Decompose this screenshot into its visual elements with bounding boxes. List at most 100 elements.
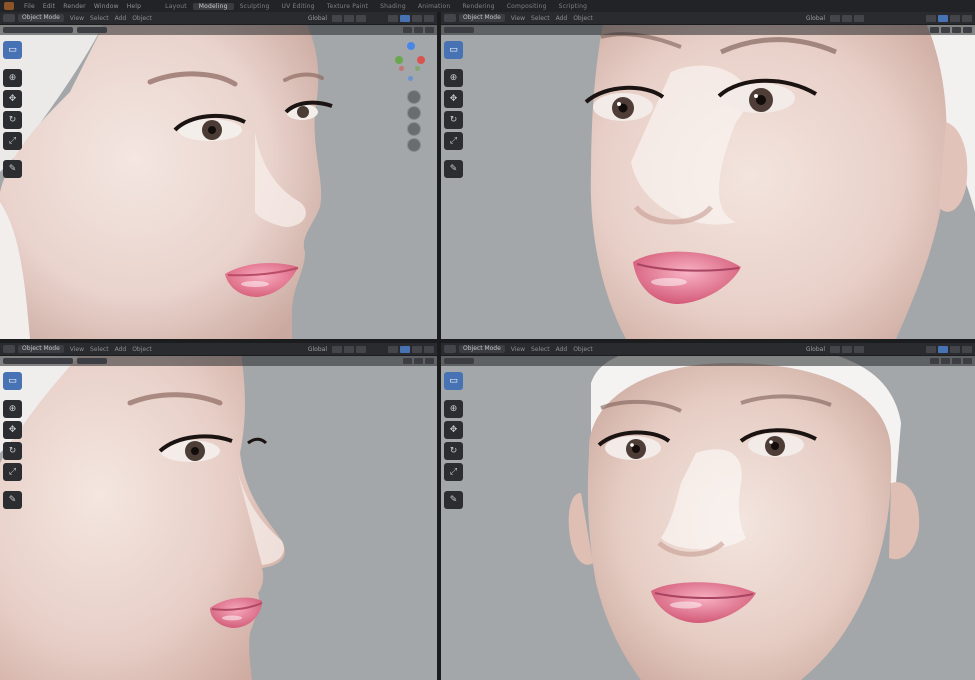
overlay-icon[interactable] bbox=[388, 345, 398, 353]
select-box-icon[interactable]: ▭ bbox=[444, 41, 463, 59]
menu-object[interactable]: Object bbox=[129, 15, 155, 22]
menu-object[interactable]: Object bbox=[570, 15, 596, 22]
menu-add[interactable]: Add bbox=[553, 15, 571, 22]
menu-view[interactable]: View bbox=[67, 15, 87, 22]
menu-select[interactable]: Select bbox=[87, 346, 112, 353]
viewport-top-right[interactable]: Object Mode View Select Add Object Globa… bbox=[441, 12, 975, 339]
option-icon[interactable] bbox=[930, 27, 939, 33]
tool-option-chip[interactable] bbox=[3, 358, 73, 364]
workspace-tab-uv-editing[interactable]: UV Editing bbox=[276, 3, 321, 10]
shading-material-icon[interactable] bbox=[412, 14, 422, 22]
move-icon[interactable]: ✥ bbox=[444, 90, 463, 108]
zoom-icon[interactable] bbox=[407, 90, 421, 104]
menu-view[interactable]: View bbox=[508, 15, 528, 22]
shading-solid-icon[interactable] bbox=[938, 345, 948, 353]
gizmo-x-axis[interactable] bbox=[417, 56, 425, 64]
option-icon[interactable] bbox=[403, 358, 412, 364]
option-icon[interactable] bbox=[403, 27, 412, 33]
viewport-bottom-right[interactable]: Object Mode View Select Add Object Globa… bbox=[441, 343, 975, 680]
workspace-tab-compositing[interactable]: Compositing bbox=[501, 3, 553, 10]
transform-orientation-dropdown[interactable]: Global bbox=[803, 346, 828, 353]
menu-render[interactable]: Render bbox=[59, 3, 90, 10]
gizmo-neg-x-axis[interactable] bbox=[399, 66, 404, 71]
scale-icon[interactable]: ⤢ bbox=[444, 132, 463, 150]
cursor-icon[interactable]: ⊕ bbox=[3, 69, 22, 87]
workspace-tab-shading[interactable]: Shading bbox=[374, 3, 412, 10]
menu-add[interactable]: Add bbox=[112, 15, 130, 22]
option-icon[interactable] bbox=[414, 27, 423, 33]
option-icon[interactable] bbox=[941, 358, 950, 364]
pivot-icon[interactable] bbox=[830, 14, 840, 22]
menu-view[interactable]: View bbox=[67, 346, 87, 353]
menu-file[interactable]: File bbox=[20, 3, 39, 10]
gizmo-neg-z-axis[interactable] bbox=[408, 76, 413, 81]
workspace-tab-animation[interactable]: Animation bbox=[412, 3, 456, 10]
snap-icon[interactable] bbox=[344, 345, 354, 353]
tool-option-chip[interactable] bbox=[77, 27, 107, 33]
overlay-icon[interactable] bbox=[388, 14, 398, 22]
mode-selector[interactable]: Object Mode bbox=[459, 14, 505, 22]
transform-orientation-dropdown[interactable]: Global bbox=[305, 15, 330, 22]
shading-material-icon[interactable] bbox=[950, 14, 960, 22]
workspace-tab-sculpting[interactable]: Sculpting bbox=[234, 3, 276, 10]
move-icon[interactable]: ✥ bbox=[3, 90, 22, 108]
proportional-edit-icon[interactable] bbox=[356, 14, 366, 22]
menu-add[interactable]: Add bbox=[553, 346, 571, 353]
gizmo-z-axis[interactable] bbox=[407, 42, 415, 50]
editor-type-icon[interactable] bbox=[3, 345, 15, 353]
workspace-tab-modeling[interactable]: Modeling bbox=[192, 2, 234, 10]
cursor-icon[interactable]: ⊕ bbox=[444, 400, 463, 418]
shading-material-icon[interactable] bbox=[950, 345, 960, 353]
move-icon[interactable]: ✥ bbox=[3, 421, 22, 439]
rotate-icon[interactable]: ↻ bbox=[3, 442, 22, 460]
shading-rendered-icon[interactable] bbox=[962, 14, 972, 22]
move-icon[interactable]: ✥ bbox=[444, 421, 463, 439]
editor-type-icon[interactable] bbox=[3, 14, 15, 22]
annotate-icon[interactable]: ✎ bbox=[444, 160, 463, 178]
menu-add[interactable]: Add bbox=[112, 346, 130, 353]
overlay-icon[interactable] bbox=[926, 14, 936, 22]
select-box-icon[interactable]: ▭ bbox=[444, 372, 463, 390]
shading-solid-icon[interactable] bbox=[938, 14, 948, 22]
snap-icon[interactable] bbox=[842, 14, 852, 22]
snap-icon[interactable] bbox=[344, 14, 354, 22]
perspective-toggle-icon[interactable] bbox=[407, 138, 421, 152]
scale-icon[interactable]: ⤢ bbox=[3, 132, 22, 150]
menu-select[interactable]: Select bbox=[528, 15, 553, 22]
workspace-tab-texture-paint[interactable]: Texture Paint bbox=[321, 3, 374, 10]
scale-icon[interactable]: ⤢ bbox=[3, 463, 22, 481]
option-icon[interactable] bbox=[952, 358, 961, 364]
tool-option-chip[interactable] bbox=[444, 27, 474, 33]
tool-option-chip[interactable] bbox=[444, 358, 474, 364]
annotate-icon[interactable]: ✎ bbox=[444, 491, 463, 509]
editor-type-icon[interactable] bbox=[444, 14, 456, 22]
navigation-gizmo[interactable] bbox=[393, 42, 433, 152]
menu-object[interactable]: Object bbox=[129, 346, 155, 353]
rotate-icon[interactable]: ↻ bbox=[444, 442, 463, 460]
rotate-icon[interactable]: ↻ bbox=[3, 111, 22, 129]
rotate-icon[interactable]: ↻ bbox=[444, 111, 463, 129]
option-icon[interactable] bbox=[941, 27, 950, 33]
camera-view-icon[interactable] bbox=[407, 122, 421, 136]
annotate-icon[interactable]: ✎ bbox=[3, 160, 22, 178]
cursor-icon[interactable]: ⊕ bbox=[444, 69, 463, 87]
proportional-edit-icon[interactable] bbox=[854, 14, 864, 22]
mode-selector[interactable]: Object Mode bbox=[18, 345, 64, 353]
gizmo-neg-y-axis[interactable] bbox=[415, 66, 420, 71]
annotate-icon[interactable]: ✎ bbox=[3, 491, 22, 509]
pivot-icon[interactable] bbox=[830, 345, 840, 353]
tool-option-chip[interactable] bbox=[77, 358, 107, 364]
gizmo-y-axis[interactable] bbox=[395, 56, 403, 64]
option-icon[interactable] bbox=[425, 27, 434, 33]
editor-type-icon[interactable] bbox=[444, 345, 456, 353]
menu-select[interactable]: Select bbox=[87, 15, 112, 22]
workspace-tab-scripting[interactable]: Scripting bbox=[553, 3, 593, 10]
shading-rendered-icon[interactable] bbox=[962, 345, 972, 353]
option-icon[interactable] bbox=[425, 358, 434, 364]
menu-help[interactable]: Help bbox=[123, 3, 145, 10]
menu-view[interactable]: View bbox=[508, 346, 528, 353]
app-logo-icon[interactable] bbox=[4, 2, 14, 10]
viewport-top-left[interactable]: Object Mode View Select Add Object Globa… bbox=[0, 12, 437, 339]
menu-object[interactable]: Object bbox=[570, 346, 596, 353]
transform-orientation-dropdown[interactable]: Global bbox=[305, 346, 330, 353]
